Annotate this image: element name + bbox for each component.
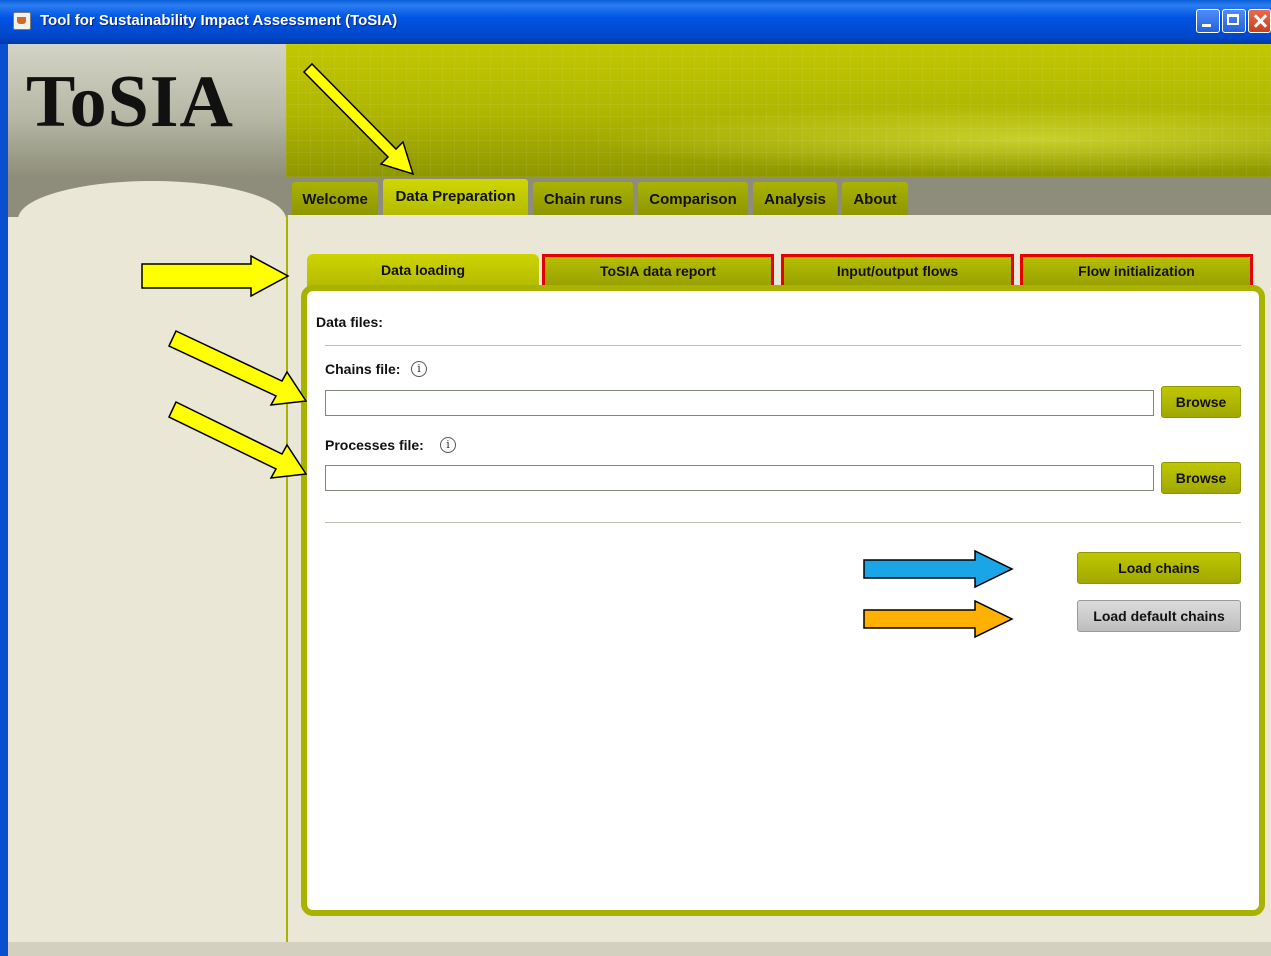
close-button[interactable] — [1248, 9, 1271, 33]
tab-analysis[interactable]: Analysis — [753, 182, 837, 215]
sidebar-curve — [18, 181, 286, 261]
logo-panel: ToSIA — [8, 44, 286, 177]
chains-file-label: Chains file: — [325, 361, 401, 377]
divider-bottom — [325, 522, 1241, 523]
tab-chain-runs[interactable]: Chain runs — [533, 182, 633, 215]
java-app-icon — [13, 12, 31, 30]
tab-about[interactable]: About — [842, 182, 908, 215]
load-default-chains-button[interactable]: Load default chains — [1077, 600, 1241, 632]
content-divider-line — [286, 215, 288, 942]
header-banner — [286, 44, 1271, 177]
data-files-heading: Data files: — [316, 314, 383, 330]
processes-browse-button[interactable]: Browse — [1161, 462, 1241, 494]
processes-info-icon[interactable]: i — [440, 437, 456, 453]
title-bar: Tool for Sustainability Impact Assessmen… — [0, 0, 1271, 44]
tab-data-preparation[interactable]: Data Preparation — [383, 179, 528, 215]
subtab-data-loading[interactable]: Data loading — [307, 254, 539, 289]
subtab-input-output-flows[interactable]: Input/output flows — [781, 254, 1014, 289]
chains-file-input[interactable] — [325, 390, 1154, 416]
status-strip — [8, 942, 1271, 956]
load-chains-button[interactable]: Load chains — [1077, 552, 1241, 584]
maximize-button[interactable] — [1222, 9, 1246, 33]
tab-comparison[interactable]: Comparison — [638, 182, 748, 215]
divider-top — [325, 345, 1241, 346]
processes-file-label: Processes file: — [325, 437, 424, 453]
window-left-border — [0, 44, 8, 956]
app-window: Tool for Sustainability Impact Assessmen… — [0, 0, 1271, 956]
minimize-button[interactable] — [1196, 9, 1220, 33]
window-title: Tool for Sustainability Impact Assessmen… — [40, 12, 398, 29]
chains-browse-button[interactable]: Browse — [1161, 386, 1241, 418]
tab-welcome[interactable]: Welcome — [292, 182, 378, 215]
subtab-flow-initialization[interactable]: Flow initialization — [1020, 254, 1253, 289]
processes-file-input[interactable] — [325, 465, 1154, 491]
left-sidebar — [8, 177, 286, 942]
subtab-tosia-data-report[interactable]: ToSIA data report — [542, 254, 774, 289]
tosia-logo: ToSIA — [26, 61, 234, 143]
chains-info-icon[interactable]: i — [411, 361, 427, 377]
